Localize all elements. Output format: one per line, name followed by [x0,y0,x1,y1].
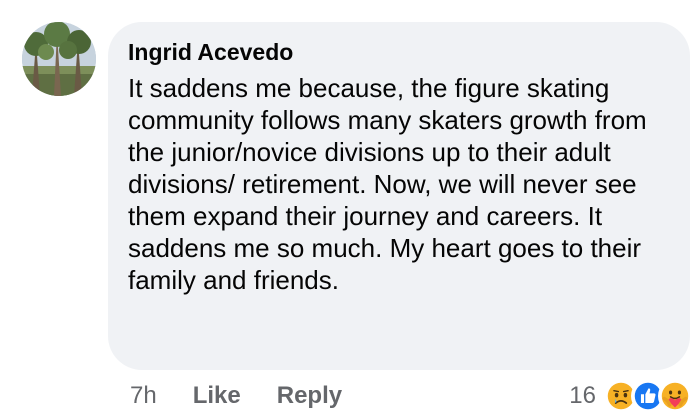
reaction-count: 16 [569,382,596,409]
like-button[interactable]: Like [193,382,241,410]
comment-text: It saddens me because, the figure skatin… [128,73,647,295]
comment-timestamp[interactable]: 7h [130,382,157,410]
reaction-icons [604,379,692,413]
comment-bubble: Ingrid Acevedo It saddens me because, th… [108,22,690,370]
avatar-image [22,22,96,96]
avatar[interactable] [22,22,96,96]
reply-button[interactable]: Reply [277,382,342,410]
comment-author[interactable]: Ingrid Acevedo [128,37,670,67]
comment-actions: 7h Like Reply [130,374,342,418]
reactions-summary[interactable]: 16 [569,374,692,418]
care-icon [658,379,692,413]
